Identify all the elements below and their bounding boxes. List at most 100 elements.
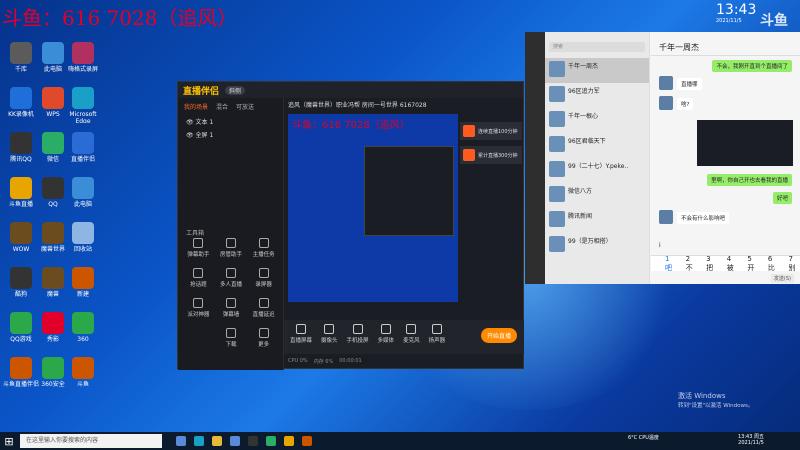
- chat-window[interactable]: 搜索 千年一周杰 96区追力军 千年一根心 96区君临天下 99（二十七）Y.peke.…: [525, 32, 800, 284]
- tray-clock[interactable]: 13:43 周五 2021/11/5: [738, 434, 764, 446]
- task-card[interactable]: 连续直播100分钟: [460, 122, 522, 140]
- app-icon: [42, 312, 64, 334]
- send-button[interactable]: 发送(S): [770, 274, 794, 283]
- toolbox-item[interactable]: 派对神器: [182, 298, 215, 318]
- task-card[interactable]: 累计直播300分钟: [460, 146, 522, 164]
- app-icon: [42, 267, 64, 289]
- desktop-icon[interactable]: Microsoft Edge: [64, 87, 102, 123]
- task-view-icon[interactable]: [176, 436, 186, 446]
- toolbox-item[interactable]: 直播延迟: [247, 298, 280, 318]
- qq-icon[interactable]: [248, 436, 258, 446]
- wechat-icon[interactable]: [266, 436, 276, 446]
- shared-screenshot[interactable]: [697, 120, 793, 166]
- stream-app-titlebar[interactable]: 直播伴侣 斜侧: [178, 82, 523, 98]
- chat-search-input[interactable]: 搜索: [549, 42, 645, 52]
- scene-item[interactable]: 👁 文本 1: [178, 115, 283, 128]
- source-tool-button[interactable]: 直播屏幕: [290, 324, 312, 344]
- desktop-icon[interactable]: 嗨格式录屏: [64, 42, 102, 78]
- toolbox-item[interactable]: 弹幕墙: [215, 298, 248, 318]
- taskbar-search-input[interactable]: 在这里输入你要搜索的内容: [20, 434, 162, 448]
- app-icon: [72, 357, 94, 379]
- desktop-icon[interactable]: 直播伴侣: [64, 132, 102, 168]
- conversation-list: 搜索 千年一周杰 96区追力军 千年一根心 96区君临天下 99（二十七）Y.peke.…: [545, 32, 650, 284]
- conversation-item[interactable]: 千年一根心: [545, 108, 649, 133]
- desktop-icon-label: 新建: [76, 291, 89, 298]
- source-tool-button[interactable]: 摄像头: [321, 324, 338, 344]
- tool-icon: [258, 238, 269, 248]
- desktop-icon[interactable]: 斗鱼: [64, 357, 102, 393]
- ime-candidate[interactable]: 2 不: [686, 255, 698, 273]
- weather-widget[interactable]: 6°C CPU温度: [628, 435, 659, 441]
- stream-overlay-title: 斗鱼：616 7028（追风）: [2, 6, 238, 30]
- app-icon: [10, 222, 32, 244]
- live-companion-icon[interactable]: [284, 436, 294, 446]
- source-tool-icon: [352, 324, 363, 334]
- avatar: [659, 96, 673, 110]
- tool-icon: [258, 328, 269, 338]
- app-icon: [10, 87, 32, 109]
- conversation-item[interactable]: 96区追力军: [545, 83, 649, 108]
- toolbox-item[interactable]: 抢话题: [182, 268, 215, 288]
- toolbox-grid: 弹幕助手 房管助手 主播任务抢话题 多人直播 录屏器派对神器 弹幕墙 直播延迟下载 更多: [182, 238, 280, 348]
- toolbox-item[interactable]: 多人直播: [215, 268, 248, 288]
- streaming-app-window[interactable]: 直播伴侣 斜侧 我的场景 混合 可放送 👁 文本 1 👁 全屏 1 工具箱 弹幕…: [177, 81, 524, 370]
- desktop-icon[interactable]: 此电脑: [64, 177, 102, 213]
- toolbox-item[interactable]: 下载: [215, 328, 248, 348]
- status-bar: CPU 0% 内存 6% 00:00:01: [288, 358, 362, 365]
- conversation-item[interactable]: 微信八方: [545, 183, 649, 208]
- app-icon: [72, 42, 94, 64]
- desktop-icon-label: 斗鱼: [76, 381, 89, 388]
- toolbox-item[interactable]: 录屏器: [247, 268, 280, 288]
- toolbox-item[interactable]: 弹幕助手: [182, 238, 215, 258]
- explorer-icon[interactable]: [212, 436, 222, 446]
- source-tool-button[interactable]: 麦克风: [403, 324, 420, 344]
- room-info-line: 追风（魔兽世界）职业冯帮 房间一号世界 6167028: [288, 102, 427, 109]
- source-tool-button[interactable]: 手机投屏: [347, 324, 369, 344]
- ime-candidate[interactable]: 6 比: [768, 255, 780, 273]
- task-icon: [463, 149, 475, 161]
- tab-mix[interactable]: 混合: [216, 102, 228, 111]
- source-tool-icon: [296, 324, 306, 334]
- tab-my-scenes[interactable]: 我的场景: [184, 102, 208, 111]
- desktop-icon[interactable]: 回收站: [64, 222, 102, 258]
- toolbox-item[interactable]: 房管助手: [215, 238, 248, 258]
- desktop-icon-label: 回收站: [73, 246, 92, 253]
- start-live-button[interactable]: 开始直播: [480, 328, 517, 343]
- desktop-icon[interactable]: 新建: [64, 267, 102, 303]
- conversation-item[interactable]: 千年一周杰: [545, 58, 649, 83]
- source-tool-button[interactable]: 扬声器: [429, 324, 445, 344]
- tool-icon: [193, 298, 204, 308]
- conversation-item[interactable]: 腾讯新闻: [545, 208, 649, 233]
- scene-tabs: 我的场景 混合 可放送: [178, 98, 283, 115]
- ime-candidate[interactable]: 3 把: [706, 255, 718, 273]
- conversation-item[interactable]: 96区君临天下: [545, 133, 649, 158]
- avatar: [549, 111, 565, 127]
- ime-candidate[interactable]: 5 开: [747, 255, 759, 273]
- source-tool-button[interactable]: 多媒体: [378, 324, 394, 344]
- desktop-icon[interactable]: 360: [64, 312, 102, 348]
- version-chip[interactable]: 斜侧: [225, 85, 246, 95]
- conversation-item[interactable]: 99（是万相搭）: [545, 233, 649, 258]
- scene-item[interactable]: 👁 全屏 1: [178, 128, 283, 141]
- chat-input[interactable]: i: [659, 242, 661, 249]
- store-icon[interactable]: [230, 436, 240, 446]
- toolbox-item[interactable]: 主播任务: [247, 238, 280, 258]
- tool-icon: [225, 328, 236, 338]
- douyu-icon[interactable]: [302, 436, 312, 446]
- edge-icon[interactable]: [194, 436, 204, 446]
- windows-start-icon[interactable]: ⊞: [0, 435, 18, 448]
- avatar: [549, 61, 565, 77]
- desktop-icon-label: 此电脑: [73, 201, 92, 208]
- ime-candidate[interactable]: 4 被: [727, 255, 739, 273]
- app-icon: [42, 357, 64, 379]
- desktop-icon-label: Microsoft Edge: [69, 111, 97, 123]
- toolbox-item[interactable]: 更多: [247, 328, 280, 348]
- avatar: [549, 211, 565, 227]
- ime-candidate[interactable]: 1 吧: [665, 255, 677, 273]
- conversation-item[interactable]: 99（二十七）Y.peke..: [545, 158, 649, 183]
- app-icon: [10, 177, 32, 199]
- anchor-tasks: 连续直播100分钟 累计直播300分钟: [460, 122, 522, 170]
- tab-broadcast[interactable]: 可放送: [236, 102, 254, 111]
- ime-candidate[interactable]: 7 别: [788, 255, 800, 273]
- app-icon: [42, 87, 64, 109]
